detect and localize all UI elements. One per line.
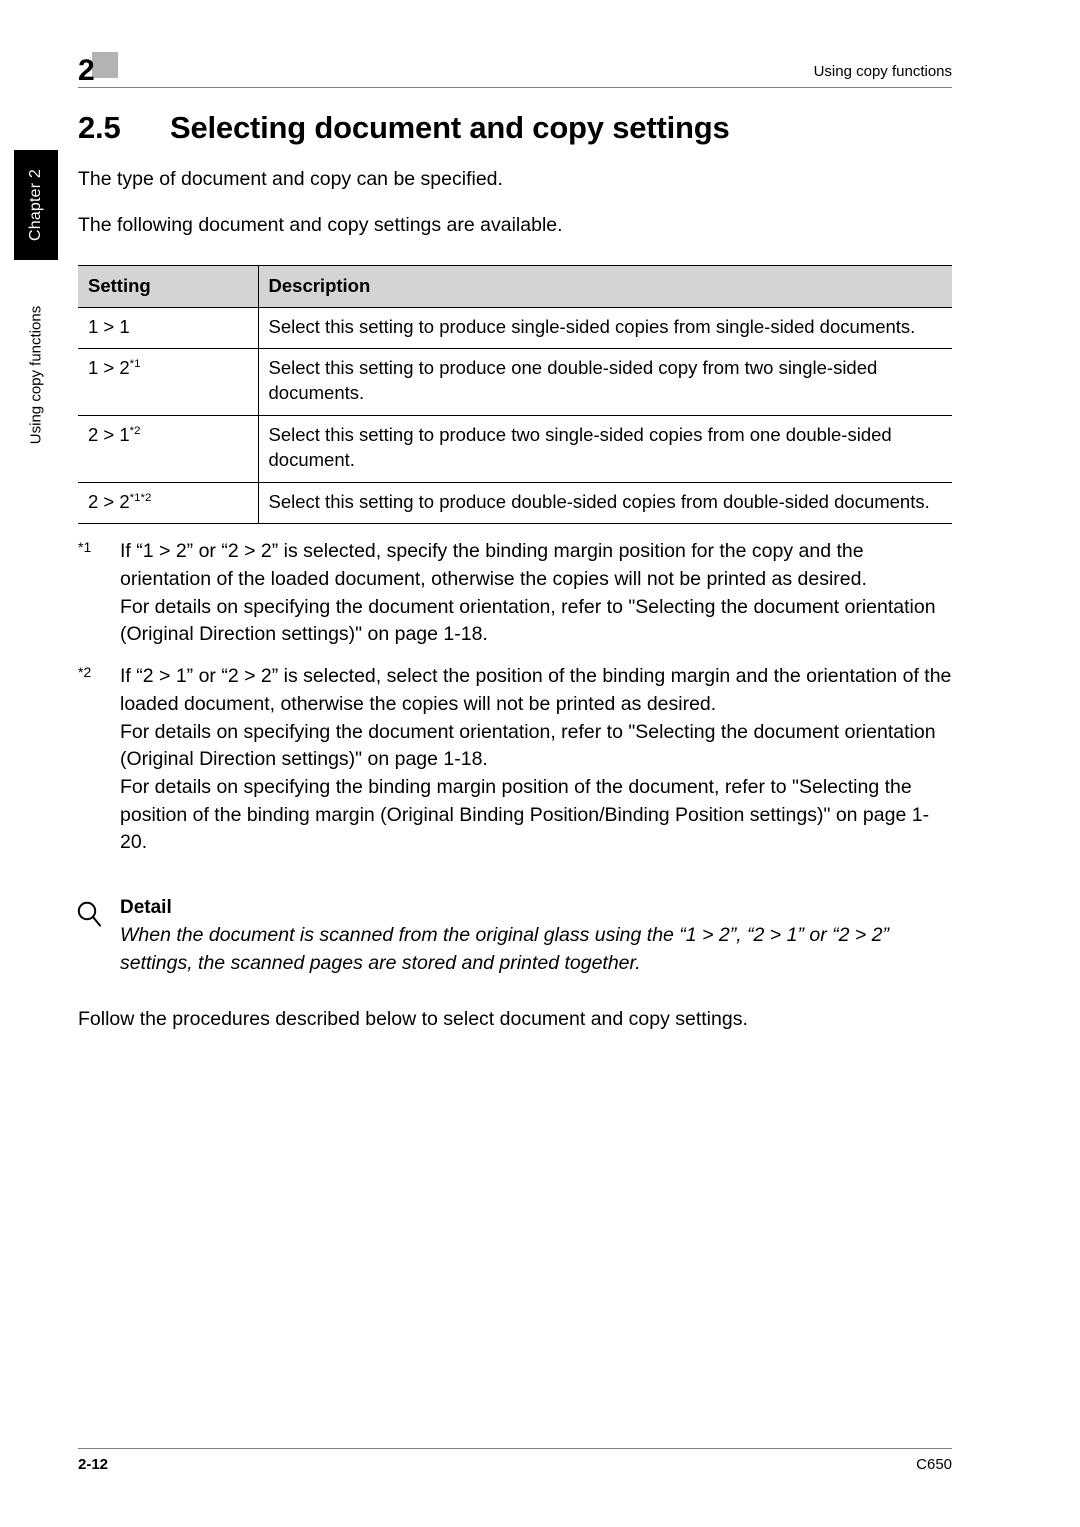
section-title: Selecting document and copy settings [170, 110, 730, 145]
cell-setting: 2 > 1*2 [78, 415, 258, 483]
settings-table: Setting Description 1 > 1 Select this se… [78, 264, 952, 525]
chapter-number-box [92, 52, 118, 78]
header-chapter-number: 2 [78, 54, 95, 87]
footnote-marker: *1 [78, 539, 92, 556]
footer-model: C650 [916, 1456, 952, 1473]
cell-description: Select this setting to produce one doubl… [257, 348, 952, 416]
setting-footnote-marker: *2 [129, 424, 141, 437]
cell-description: Select this setting to produce double-si… [257, 481, 952, 525]
footnote-block: For details on specifying the binding ma… [120, 775, 930, 854]
header-running-title: Using copy functions [813, 63, 952, 80]
cell-description: Select this setting to produce single-si… [257, 306, 952, 349]
setting-value: 1 > 2 [88, 357, 130, 379]
table-row: 2 > 1*2 Select this setting to produce t… [78, 415, 952, 483]
header-divider [78, 87, 952, 88]
chapter-tab: Chapter 2 [14, 150, 58, 260]
footer-page-number: 2-12 [78, 1456, 109, 1473]
footnote-2: *2 If “2 > 1” or “2 > 2” is selected, se… [78, 663, 952, 857]
footnote-marker: *2 [78, 664, 92, 681]
cell-setting: 1 > 1 [78, 306, 258, 349]
footer-divider [78, 1448, 952, 1449]
cell-setting: 2 > 2*1*2 [78, 481, 258, 525]
setting-value: 2 > 1 [88, 424, 130, 446]
footnote-block: For details on specifying the document o… [120, 595, 936, 646]
cell-description: Select this setting to produce two singl… [257, 415, 952, 483]
table-row: 1 > 2*1 Select this setting to produce o… [78, 348, 952, 416]
intro-paragraph-1: The type of document and copy can be spe… [78, 168, 503, 190]
sidebar: Chapter 2 Using copy functions [0, 0, 62, 1527]
chapter-tab-label: Chapter 2 [27, 168, 44, 242]
table-row: 2 > 2*1*2 Select this setting to produce… [78, 481, 952, 525]
setting-value: 2 > 2 [88, 490, 130, 512]
running-header: 2 Using copy functions [78, 32, 952, 88]
column-header-description: Description [257, 264, 952, 308]
column-header-setting: Setting [78, 264, 258, 308]
section-number: 2.5 [78, 110, 121, 145]
detail-callout: Detail When the document is scanned from… [77, 896, 952, 977]
page-content: 2 Using copy functions 2.5 Selecting doc… [77, 0, 952, 1052]
sidebar-running-head: Using copy functions [14, 285, 58, 465]
setting-value: 1 > 1 [88, 315, 130, 337]
magnifier-icon [74, 899, 108, 933]
footnote-block: If “1 > 2” or “2 > 2” is selected, speci… [120, 540, 867, 591]
table-header-row: Setting Description [78, 264, 952, 308]
detail-label: Detail [120, 896, 172, 918]
page-title: 2.5 Selecting document and copy settings [78, 110, 952, 146]
footnote-block: If “2 > 1” or “2 > 2” is selected, selec… [120, 665, 952, 715]
page-footer: 2-12 C650 [78, 1448, 952, 1473]
intro-paragraph-2: The following document and copy settings… [78, 213, 563, 236]
footnote-1: *1 If “1 > 2” or “2 > 2” is selected, sp… [78, 538, 952, 649]
closing-paragraph: Follow the procedures described below to… [78, 1008, 748, 1031]
cell-setting: 1 > 2*1 [78, 348, 258, 416]
setting-footnote-marker: *1 [129, 358, 141, 371]
setting-footnote-marker: *1*2 [129, 491, 152, 504]
footnote-block: For details on specifying the document o… [120, 720, 936, 771]
table-row: 1 > 1 Select this setting to produce sin… [78, 306, 952, 349]
sidebar-running-head-label: Using copy functions [27, 305, 45, 445]
detail-body: When the document is scanned from the or… [120, 923, 890, 974]
